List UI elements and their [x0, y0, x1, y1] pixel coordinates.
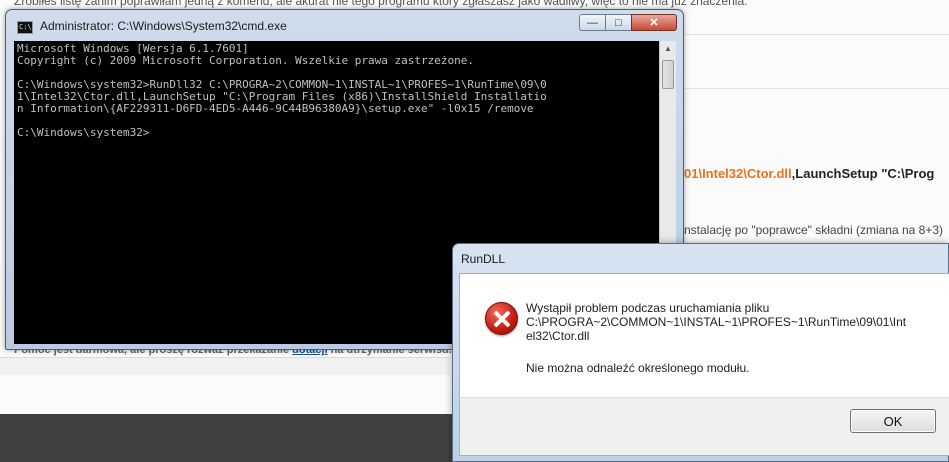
divider [680, 34, 949, 35]
console-icon[interactable] [17, 21, 33, 34]
scroll-up-arrow-icon[interactable]: ▲ [660, 41, 676, 57]
cmd-window-title: Administrator: C:\Windows\System32\cmd.e… [40, 19, 287, 33]
code-dll-path: 01\Intel32\Ctor.dll [684, 166, 792, 181]
close-button[interactable]: ✕ [631, 14, 677, 31]
ok-button[interactable]: OK [850, 409, 936, 433]
minimize-button[interactable]: — [579, 14, 606, 31]
dialog-message-area: Wystąpił problem podczas uruchamiania pl… [459, 273, 949, 397]
scroll-thumb[interactable] [662, 60, 674, 89]
dialog-title: RunDLL [461, 252, 506, 266]
code-launch: ,LaunchSetup "C:\Prog [791, 166, 935, 181]
divider [680, 88, 949, 89]
dialog-button-bar: OK [459, 397, 949, 456]
maximize-button[interactable]: □ [605, 14, 632, 31]
page-top-text: Zrobiłeś listę zanim poprawiłam jedną z … [14, 0, 748, 8]
code-snippet: 01\Intel32\Ctor.dll,LaunchSetup "C:\Prog [684, 166, 934, 181]
error-detail: Nie można odnaleźć określonego modułu. [526, 361, 750, 375]
error-icon [485, 302, 518, 335]
console-text: Microsoft Windows [Wersja 6.1.7601] Copy… [17, 42, 547, 139]
error-message: Wystąpił problem podczas uruchamiania pl… [526, 301, 907, 343]
cmd-titlebar[interactable]: Administrator: C:\Windows\System32\cmd.e… [6, 10, 683, 40]
post-footer-bar [0, 357, 450, 375]
post-note-text: nstalację po "poprawce" składni (zmiana … [684, 223, 943, 237]
rundll-dialog[interactable]: RunDLL Wystąpił problem podczas uruchami… [452, 243, 949, 462]
